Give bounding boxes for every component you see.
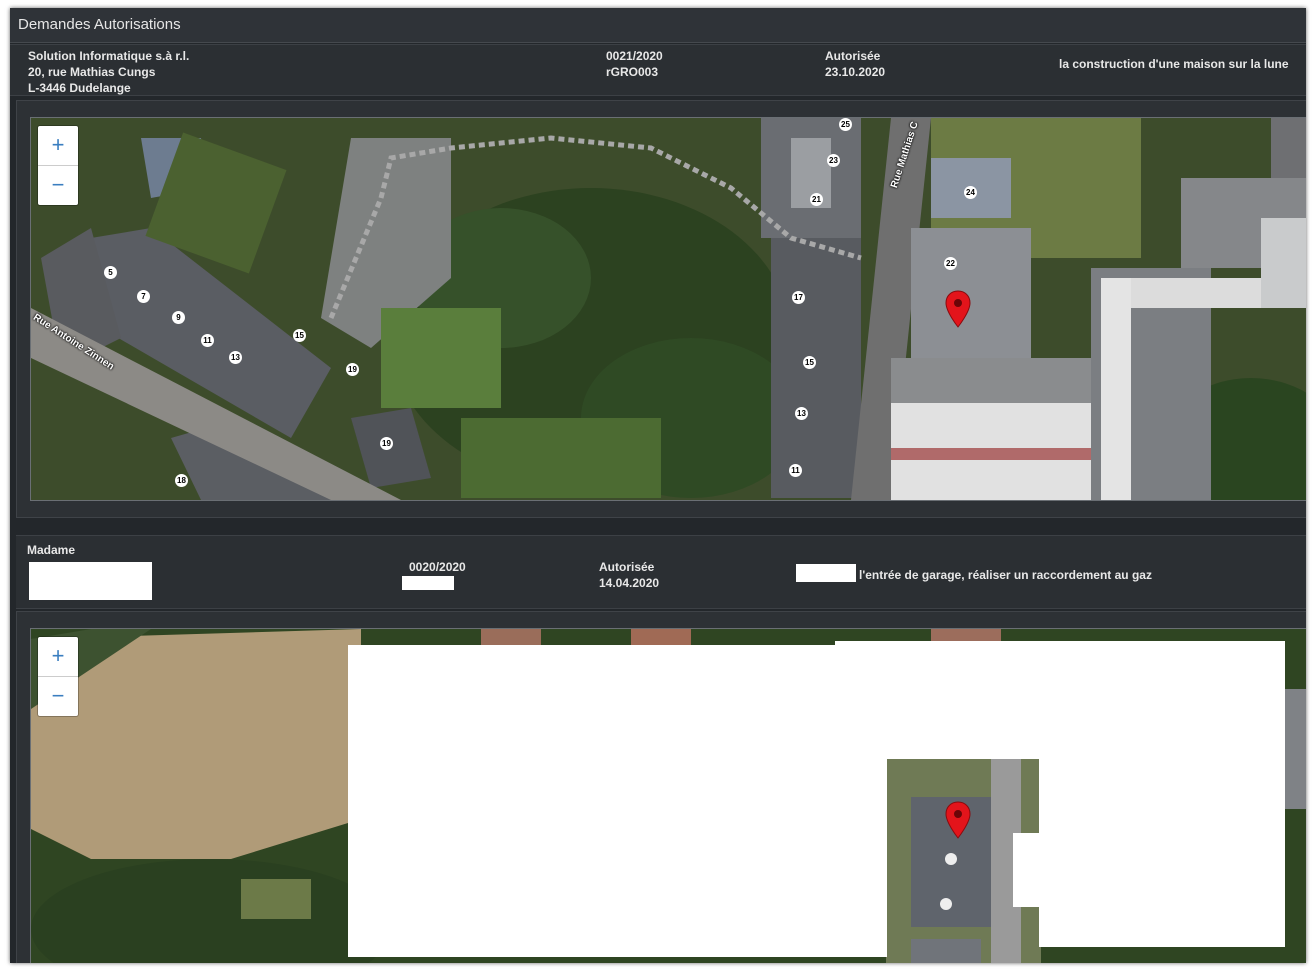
zoom-control: + − [38,637,78,716]
redacted-code [402,576,454,590]
record-header[interactable]: Madame 0020/2020 Autorisée 14.04.2020 l'… [16,535,1306,609]
house-number-label: 19 [346,363,359,376]
location-marker-icon[interactable] [945,801,971,839]
house-number-label: 24 [964,186,977,199]
zoom-in-button[interactable]: + [38,637,78,677]
aerial-imagery [31,118,1306,500]
record-status: Autorisée [599,560,655,574]
record-description: l'entrée de garage, réaliser un raccorde… [859,568,1152,582]
house-number-label: 9 [172,311,185,324]
redacted-address [29,562,152,600]
house-number-label: 21 [810,193,823,206]
house-number-label: 23 [827,154,840,167]
house-number-label: 11 [789,464,802,477]
location-marker-icon[interactable] [945,290,971,328]
record-status: Autorisée [825,49,881,63]
record-reference: 0020/2020 [409,560,466,574]
zoom-out-button[interactable]: − [38,677,78,716]
window-title: Demandes Autorisations [18,16,181,33]
record-date: 14.04.2020 [599,576,660,590]
redacted-area [348,645,887,957]
zoom-control: + − [38,126,78,205]
zoom-in-button[interactable]: + [38,126,78,166]
record-date: 23.10.2020 [825,65,886,79]
house-number-label: 7 [137,290,150,303]
house-number-label: 13 [795,407,808,420]
zoom-out-button[interactable]: − [38,166,78,205]
redacted-area [1039,747,1285,947]
title-bar: Demandes Autorisations [10,8,1306,43]
house-number-label: 18 [175,474,188,487]
house-number-label: 15 [293,329,306,342]
map-panel: + − [16,611,1306,963]
authorization-requests-window: Demandes Autorisations Solution Informat… [10,8,1306,963]
house-number-label: 25 [839,118,852,131]
redacted-area [835,641,1285,759]
applicant-street: 20, rue Mathias Cungs [28,65,156,79]
redacted-description-start [796,564,856,582]
house-number-label: 17 [792,291,805,304]
redacted-area [1013,833,1043,907]
house-number-label: 22 [944,257,957,270]
applicant-name: Solution Informatique s.à r.l. [28,49,190,63]
record-header[interactable]: Solution Informatique s.à r.l. 20, rue M… [10,44,1306,96]
house-number-label: 5 [104,266,117,279]
aerial-map[interactable]: + − [30,628,1306,963]
house-number-label: 13 [229,351,242,364]
record-code: rGRO003 [606,65,659,79]
house-number-label: 15 [803,356,816,369]
house-number-label: 19 [380,437,393,450]
house-number-label: 11 [201,334,214,347]
applicant-name: Madame [27,543,76,557]
applicant-city: L-3446 Dudelange [28,81,131,95]
aerial-map[interactable]: Rue Antoine Zinnen Rue Mathias C 5 7 9 1… [30,117,1306,501]
record-description: la construction d'une maison sur la lune [1059,57,1289,71]
record-reference: 0021/2020 [606,49,663,63]
map-panel: Rue Antoine Zinnen Rue Mathias C 5 7 9 1… [16,100,1306,518]
